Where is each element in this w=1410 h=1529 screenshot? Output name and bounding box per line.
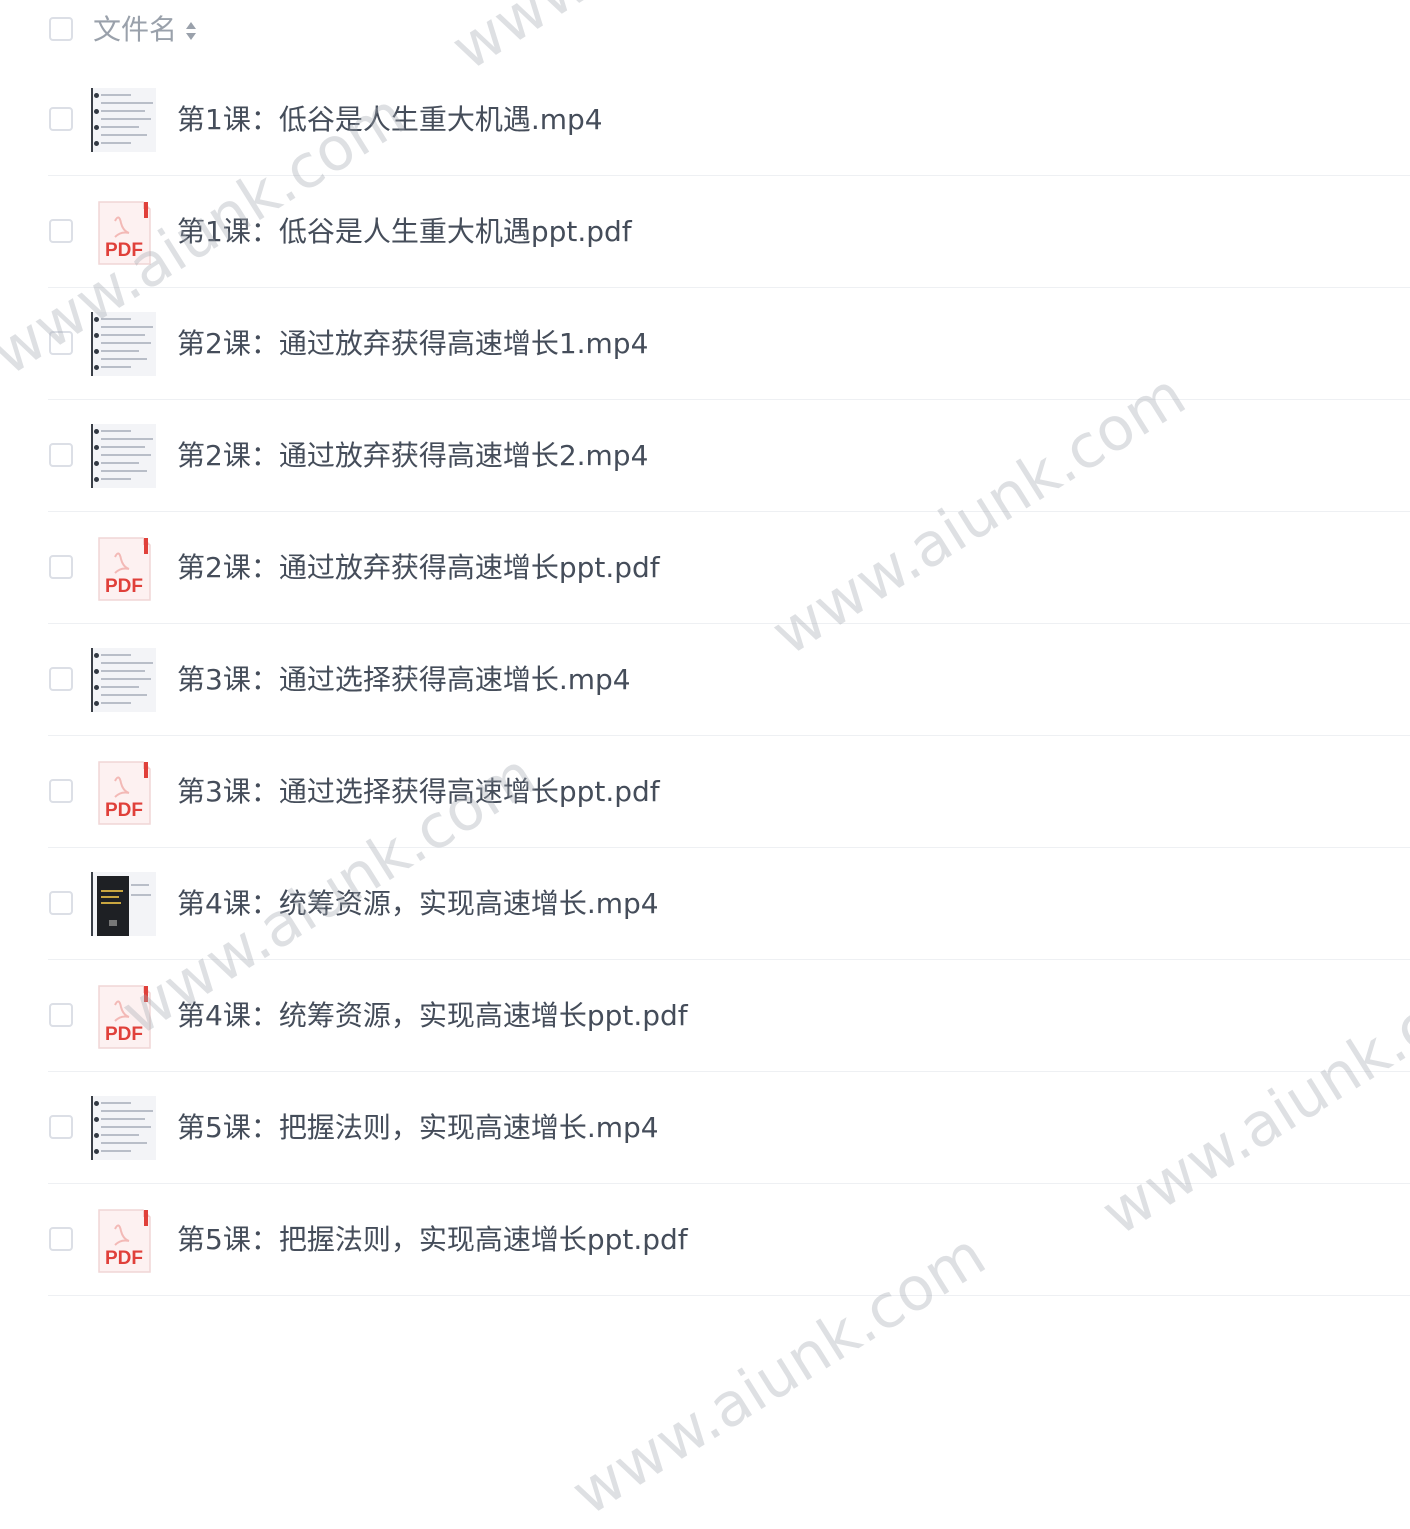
- pdf-file-icon: PDF: [98, 985, 151, 1049]
- file-name-link[interactable]: 第4课：统筹资源，实现高速增长ppt.pdf: [177, 996, 688, 1036]
- file-row[interactable]: PDF 第4课：统筹资源，实现高速增长ppt.pdf: [0, 960, 1410, 1072]
- file-row[interactable]: 第4课：统筹资源，实现高速增长.mp4: [0, 848, 1410, 960]
- file-name-link[interactable]: 第5课：把握法则，实现高速增长ppt.pdf: [177, 1220, 688, 1260]
- row-checkbox[interactable]: [49, 219, 73, 243]
- file-name-link[interactable]: 第5课：把握法则，实现高速增长.mp4: [177, 1108, 659, 1148]
- pdf-file-icon: PDF: [98, 537, 151, 601]
- row-checkbox[interactable]: [49, 443, 73, 467]
- video-thumbnail: [91, 872, 156, 936]
- video-thumbnail: [91, 1096, 156, 1160]
- file-row[interactable]: 第2课：通过放弃获得高速增长1.mp4: [0, 288, 1410, 400]
- file-row[interactable]: PDF 第3课：通过选择获得高速增长ppt.pdf: [0, 736, 1410, 848]
- video-thumbnail: [91, 648, 156, 712]
- file-row[interactable]: 第3课：通过选择获得高速增长.mp4: [0, 624, 1410, 736]
- file-name-link[interactable]: 第2课：通过放弃获得高速增长2.mp4: [177, 436, 648, 476]
- file-row[interactable]: PDF 第5课：把握法则，实现高速增长ppt.pdf: [0, 1184, 1410, 1296]
- pdf-file-icon: PDF: [98, 201, 151, 265]
- svg-text:PDF: PDF: [105, 1024, 143, 1045]
- filename-column-label[interactable]: 文件名: [93, 12, 177, 48]
- row-checkbox[interactable]: [49, 1227, 73, 1251]
- pdf-file-icon: PDF: [98, 1209, 151, 1273]
- svg-text:PDF: PDF: [105, 1248, 143, 1269]
- sort-icon[interactable]: [184, 19, 198, 43]
- file-name-link[interactable]: 第3课：通过选择获得高速增长.mp4: [177, 660, 631, 700]
- row-checkbox[interactable]: [49, 891, 73, 915]
- file-name-link[interactable]: 第4课：统筹资源，实现高速增长.mp4: [177, 884, 659, 924]
- file-row[interactable]: PDF 第2课：通过放弃获得高速增长ppt.pdf: [0, 512, 1410, 624]
- video-thumbnail: [91, 312, 156, 376]
- row-checkbox[interactable]: [49, 1115, 73, 1139]
- row-checkbox[interactable]: [49, 779, 73, 803]
- row-checkbox[interactable]: [49, 555, 73, 579]
- file-row[interactable]: 第1课：低谷是人生重大机遇.mp4: [0, 64, 1410, 176]
- row-checkbox[interactable]: [49, 331, 73, 355]
- svg-text:PDF: PDF: [105, 800, 143, 821]
- row-checkbox[interactable]: [49, 1003, 73, 1027]
- svg-text:PDF: PDF: [105, 240, 143, 261]
- file-row[interactable]: 第2课：通过放弃获得高速增长2.mp4: [0, 400, 1410, 512]
- video-thumbnail: [91, 424, 156, 488]
- file-row[interactable]: 第5课：把握法则，实现高速增长.mp4: [0, 1072, 1410, 1184]
- row-divider: [48, 1295, 1410, 1296]
- file-name-link[interactable]: 第2课：通过放弃获得高速增长1.mp4: [177, 324, 648, 364]
- row-checkbox[interactable]: [49, 107, 73, 131]
- row-checkbox[interactable]: [49, 667, 73, 691]
- file-name-link[interactable]: 第2课：通过放弃获得高速增长ppt.pdf: [177, 548, 660, 588]
- file-name-link[interactable]: 第3课：通过选择获得高速增长ppt.pdf: [177, 772, 660, 812]
- select-all-checkbox[interactable]: [49, 17, 73, 41]
- file-name-link[interactable]: 第1课：低谷是人生重大机遇ppt.pdf: [177, 212, 632, 252]
- pdf-file-icon: PDF: [98, 761, 151, 825]
- video-thumbnail: [91, 88, 156, 152]
- file-row[interactable]: PDF 第1课：低谷是人生重大机遇ppt.pdf: [0, 176, 1410, 288]
- file-list-header: 文件名: [0, 0, 1410, 60]
- svg-text:PDF: PDF: [105, 576, 143, 597]
- file-name-link[interactable]: 第1课：低谷是人生重大机遇.mp4: [177, 100, 603, 140]
